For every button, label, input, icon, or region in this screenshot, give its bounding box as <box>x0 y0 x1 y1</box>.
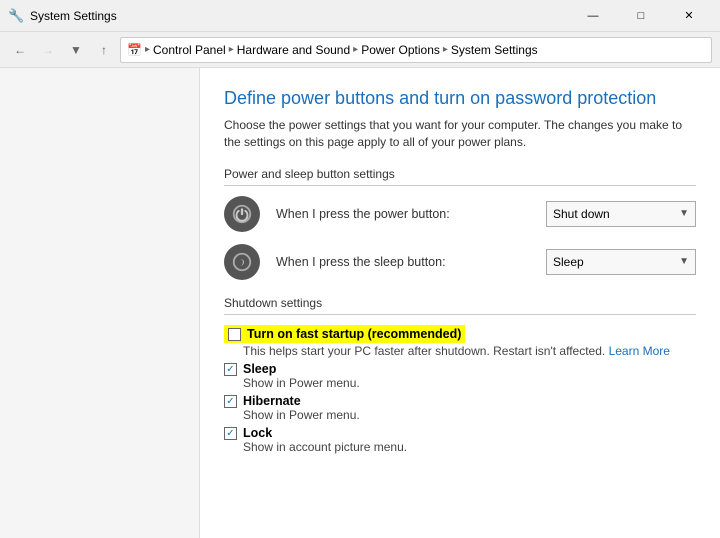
sleep-button-label: When I press the sleep button: <box>276 255 530 269</box>
sleep-checkbox[interactable] <box>224 363 237 376</box>
power-button-icon <box>224 196 260 232</box>
title-bar-text: System Settings <box>30 9 117 23</box>
hibernate-desc: Show in Power menu. <box>243 408 696 422</box>
breadcrumb-control-panel[interactable]: Control Panel <box>153 43 226 57</box>
sleep-button-icon <box>224 244 260 280</box>
minimize-button[interactable]: — <box>570 0 616 32</box>
window-controls: — □ ✕ <box>570 0 712 32</box>
breadcrumb: 📅 ▸ Control Panel ▸ Hardware and Sound ▸… <box>120 37 712 63</box>
sleep-button-value: Sleep <box>553 255 584 269</box>
main-layout: Define power buttons and turn on passwor… <box>0 68 720 538</box>
power-button-dropdown[interactable]: Shut down ▼ <box>546 201 696 227</box>
hibernate-checkbox-wrapper: Hibernate <box>224 394 696 408</box>
learn-more-link[interactable]: Learn More <box>609 344 670 358</box>
power-button-setting: When I press the power button: Shut down… <box>224 196 696 232</box>
lock-checkbox[interactable] <box>224 427 237 440</box>
up-button[interactable]: ↑ <box>92 38 116 62</box>
sidebar <box>0 68 200 538</box>
page-description: Choose the power settings that you want … <box>224 117 696 151</box>
sleep-group: Sleep Show in Power menu. <box>224 362 696 390</box>
page-title: Define power buttons and turn on passwor… <box>224 88 696 109</box>
address-bar: ← → ▼ ↑ 📅 ▸ Control Panel ▸ Hardware and… <box>0 32 720 68</box>
shutdown-section: Shutdown settings Turn on fast startup (… <box>224 296 696 454</box>
maximize-button[interactable]: □ <box>618 0 664 32</box>
lock-group: Lock Show in account picture menu. <box>224 426 696 454</box>
breadcrumb-system-settings: System Settings <box>451 43 538 57</box>
section1-header: Power and sleep button settings <box>224 167 696 186</box>
hibernate-group: Hibernate Show in Power menu. <box>224 394 696 422</box>
sleep-dropdown-arrow: ▼ <box>679 256 689 267</box>
app-icon: 🔧 <box>8 8 24 24</box>
fast-startup-desc: This helps start your PC faster after sh… <box>243 344 696 358</box>
sleep-desc: Show in Power menu. <box>243 376 696 390</box>
fast-startup-highlight: Turn on fast startup (recommended) <box>224 325 465 343</box>
power-dropdown-arrow: ▼ <box>679 208 689 219</box>
back-button[interactable]: ← <box>8 38 32 62</box>
fast-startup-label: Turn on fast startup (recommended) <box>247 327 461 341</box>
sleep-button-setting: When I press the sleep button: Sleep ▼ <box>224 244 696 280</box>
hibernate-checkbox[interactable] <box>224 395 237 408</box>
lock-checkbox-wrapper: Lock <box>224 426 696 440</box>
lock-label: Lock <box>243 426 272 440</box>
close-button[interactable]: ✕ <box>666 0 712 32</box>
recent-pages-button[interactable]: ▼ <box>64 38 88 62</box>
breadcrumb-power-options[interactable]: Power Options <box>361 43 440 57</box>
sleep-checkbox-wrapper: Sleep <box>224 362 696 376</box>
fast-startup-group: Turn on fast startup (recommended) This … <box>224 325 696 358</box>
sleep-label: Sleep <box>243 362 276 376</box>
forward-button[interactable]: → <box>36 38 60 62</box>
power-button-value: Shut down <box>553 207 610 221</box>
sleep-button-dropdown[interactable]: Sleep ▼ <box>546 249 696 275</box>
content-area: Define power buttons and turn on passwor… <box>200 68 720 538</box>
breadcrumb-hardware-sound[interactable]: Hardware and Sound <box>237 43 350 57</box>
hibernate-label: Hibernate <box>243 394 301 408</box>
fast-startup-checkbox[interactable] <box>228 328 241 341</box>
section2-header: Shutdown settings <box>224 296 696 315</box>
lock-desc: Show in account picture menu. <box>243 440 696 454</box>
power-button-label: When I press the power button: <box>276 207 530 221</box>
title-bar: 🔧 System Settings — □ ✕ <box>0 0 720 32</box>
breadcrumb-icon: 📅 <box>127 43 142 57</box>
